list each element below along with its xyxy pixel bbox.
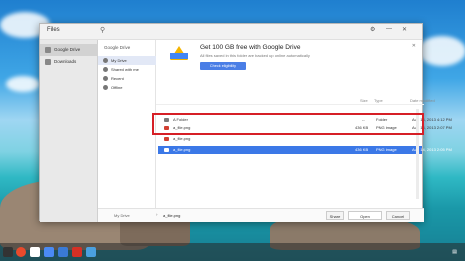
column-size[interactable]: Size bbox=[360, 98, 368, 103]
check-eligibility-button[interactable]: Check eligibility bbox=[200, 62, 246, 70]
column-header: Size Type Date modified bbox=[156, 97, 435, 105]
open-button-label: Open bbox=[360, 214, 370, 219]
close-banner-icon[interactable]: ✕ bbox=[412, 43, 416, 49]
chrome-icon[interactable] bbox=[16, 247, 26, 257]
open-button[interactable]: Open bbox=[348, 211, 382, 220]
filename-field[interactable]: a_file.png bbox=[163, 213, 180, 218]
nav-item-label: Downloads bbox=[54, 59, 77, 64]
dialog-footer: My Drive › a_file.png Share Open Cancel bbox=[98, 208, 424, 222]
cloud bbox=[6, 76, 40, 92]
file-row-selected[interactable]: a_file.png 436 KB PNG image Aug 14, 2013… bbox=[158, 146, 452, 154]
cloud bbox=[418, 36, 465, 66]
drive-nav-my-drive[interactable]: My Drive bbox=[98, 56, 156, 65]
search-icon[interactable]: ⚲ bbox=[100, 26, 105, 34]
drive-nav-header: Google Drive bbox=[104, 45, 131, 50]
settings-icon[interactable]: ⚙ bbox=[370, 26, 375, 33]
files-icon[interactable] bbox=[86, 247, 96, 257]
banner-subtitle: All files saved in this folder are backe… bbox=[200, 53, 310, 58]
close-icon[interactable]: ✕ bbox=[402, 26, 407, 33]
drive-nav-label: Recent bbox=[111, 76, 124, 81]
file-name: a_file.png bbox=[173, 147, 191, 152]
minimize-icon[interactable]: — bbox=[386, 26, 392, 32]
file-size: 436 KB bbox=[355, 147, 369, 152]
window-title: Files bbox=[47, 27, 60, 33]
cancel-button[interactable]: Cancel bbox=[386, 211, 410, 220]
column-type[interactable]: Type bbox=[374, 98, 383, 103]
google-drive-logo-base bbox=[170, 53, 188, 59]
drive-promo-banner: Get 100 GB free with Google Drive All fi… bbox=[156, 40, 424, 80]
file-row[interactable]: a_file.png bbox=[158, 135, 422, 143]
drive-nav-offline[interactable]: Offline bbox=[98, 83, 156, 92]
image-file-icon bbox=[164, 148, 169, 152]
gmail-icon[interactable] bbox=[30, 247, 40, 257]
docs-icon[interactable] bbox=[58, 247, 68, 257]
youtube-icon[interactable] bbox=[72, 247, 82, 257]
taskbar: ▤ bbox=[0, 243, 465, 261]
annotation-highlight-box bbox=[152, 113, 424, 135]
file-type: PNG image bbox=[376, 147, 397, 152]
nav-item-label: Google Drive bbox=[54, 47, 81, 52]
drive-nav-label: Offline bbox=[111, 85, 123, 90]
people-icon bbox=[103, 67, 108, 72]
folder-icon bbox=[103, 58, 108, 63]
pin-icon bbox=[103, 85, 108, 90]
status-tray-icon[interactable]: ▤ bbox=[452, 249, 457, 255]
left-navigation: Google Drive Downloads bbox=[40, 40, 98, 222]
image-file-icon bbox=[164, 137, 169, 141]
download-icon bbox=[45, 59, 51, 65]
drive-nav-recent[interactable]: Recent bbox=[98, 74, 156, 83]
file-name: a_file.png bbox=[173, 136, 191, 141]
share-button[interactable]: Share bbox=[326, 211, 344, 220]
drive-nav-label: Shared with me bbox=[111, 67, 139, 72]
drive-navigation: Google Drive My Drive Shared with me Rec… bbox=[98, 40, 156, 222]
title-bar: Files ⚲ ⚙ — ✕ bbox=[40, 24, 422, 40]
nav-item-google-drive[interactable]: Google Drive bbox=[40, 44, 98, 56]
drive-icon bbox=[45, 47, 51, 53]
banner-title: Get 100 GB free with Google Drive bbox=[200, 44, 301, 51]
clock-icon bbox=[103, 76, 108, 81]
drive-nav-label: My Drive bbox=[111, 58, 127, 63]
drive-nav-shared[interactable]: Shared with me bbox=[98, 65, 156, 74]
breadcrumb-separator-icon: › bbox=[156, 212, 158, 217]
nav-item-downloads[interactable]: Downloads bbox=[40, 56, 98, 68]
column-date[interactable]: Date modified bbox=[410, 98, 435, 103]
search-icon[interactable] bbox=[44, 247, 54, 257]
menu-icon[interactable] bbox=[3, 247, 13, 257]
breadcrumb[interactable]: My Drive bbox=[114, 213, 130, 218]
